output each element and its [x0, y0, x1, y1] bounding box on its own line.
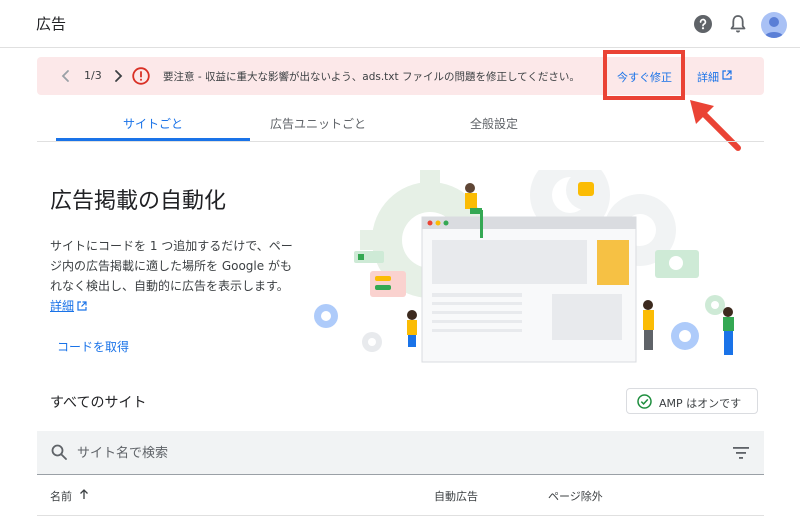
all-sites-title: すべてのサイト — [50, 395, 147, 411]
auto-ads-description-text: サイトにコードを 1 つ追加するだけで、ページ内の広告掲載に適した場所を Goo… — [50, 239, 293, 293]
alert-message: 要注意 - 収益に重大な影響が出ないよう、ads.txt ファイルの問題を修正し… — [163, 71, 580, 83]
table-divider — [37, 515, 764, 516]
tab-by-site[interactable]: サイトごと — [63, 115, 243, 132]
search-icon — [51, 444, 67, 460]
chevron-right-icon[interactable] — [111, 66, 125, 86]
chevron-left-icon[interactable] — [59, 66, 73, 86]
column-header-page-exclusions[interactable]: ページ除外 — [548, 488, 603, 504]
auto-ads-description: サイトにコードを 1 つ追加するだけで、ページ内の広告掲載に適した場所を Goo… — [50, 236, 300, 316]
check-circle-icon — [637, 394, 652, 409]
active-tab-indicator — [56, 138, 250, 141]
auto-ads-illustration — [314, 170, 734, 363]
amp-status-label: AMP はオンです — [659, 397, 742, 410]
help-icon[interactable] — [694, 15, 712, 33]
site-tabs: サイトごと 広告ユニットごと 全般設定 — [37, 105, 764, 142]
app-title: 広告 — [36, 15, 67, 33]
error-icon — [132, 67, 150, 85]
alert-details-link[interactable]: 詳細 — [697, 69, 719, 85]
top-app-bar: 広告 — [0, 0, 800, 48]
highlight-annotation-box — [603, 50, 685, 100]
amp-status-chip[interactable]: AMP はオンです — [626, 388, 758, 414]
filter-icon[interactable] — [733, 446, 749, 460]
get-code-button[interactable]: コードを取得 — [57, 338, 129, 355]
auto-ads-details-link[interactable]: 詳細 — [50, 299, 74, 313]
open-in-new-icon — [77, 301, 87, 311]
open-in-new-icon — [722, 70, 732, 80]
site-search-input[interactable] — [77, 440, 677, 466]
auto-ads-title: 広告掲載の自動化 — [50, 189, 227, 214]
arrow-up-sort-icon[interactable] — [79, 488, 89, 500]
notifications-bell-icon[interactable] — [729, 14, 747, 34]
account-avatar[interactable] — [761, 12, 787, 38]
column-header-name[interactable]: 名前 — [50, 488, 72, 504]
column-header-auto-ads[interactable]: 自動広告 — [434, 488, 478, 504]
tab-general-settings[interactable]: 全般設定 — [404, 115, 584, 132]
alert-counter: 1/3 — [84, 69, 102, 82]
site-search-bar — [37, 431, 764, 475]
tab-by-ad-unit[interactable]: 広告ユニットごと — [228, 115, 408, 132]
